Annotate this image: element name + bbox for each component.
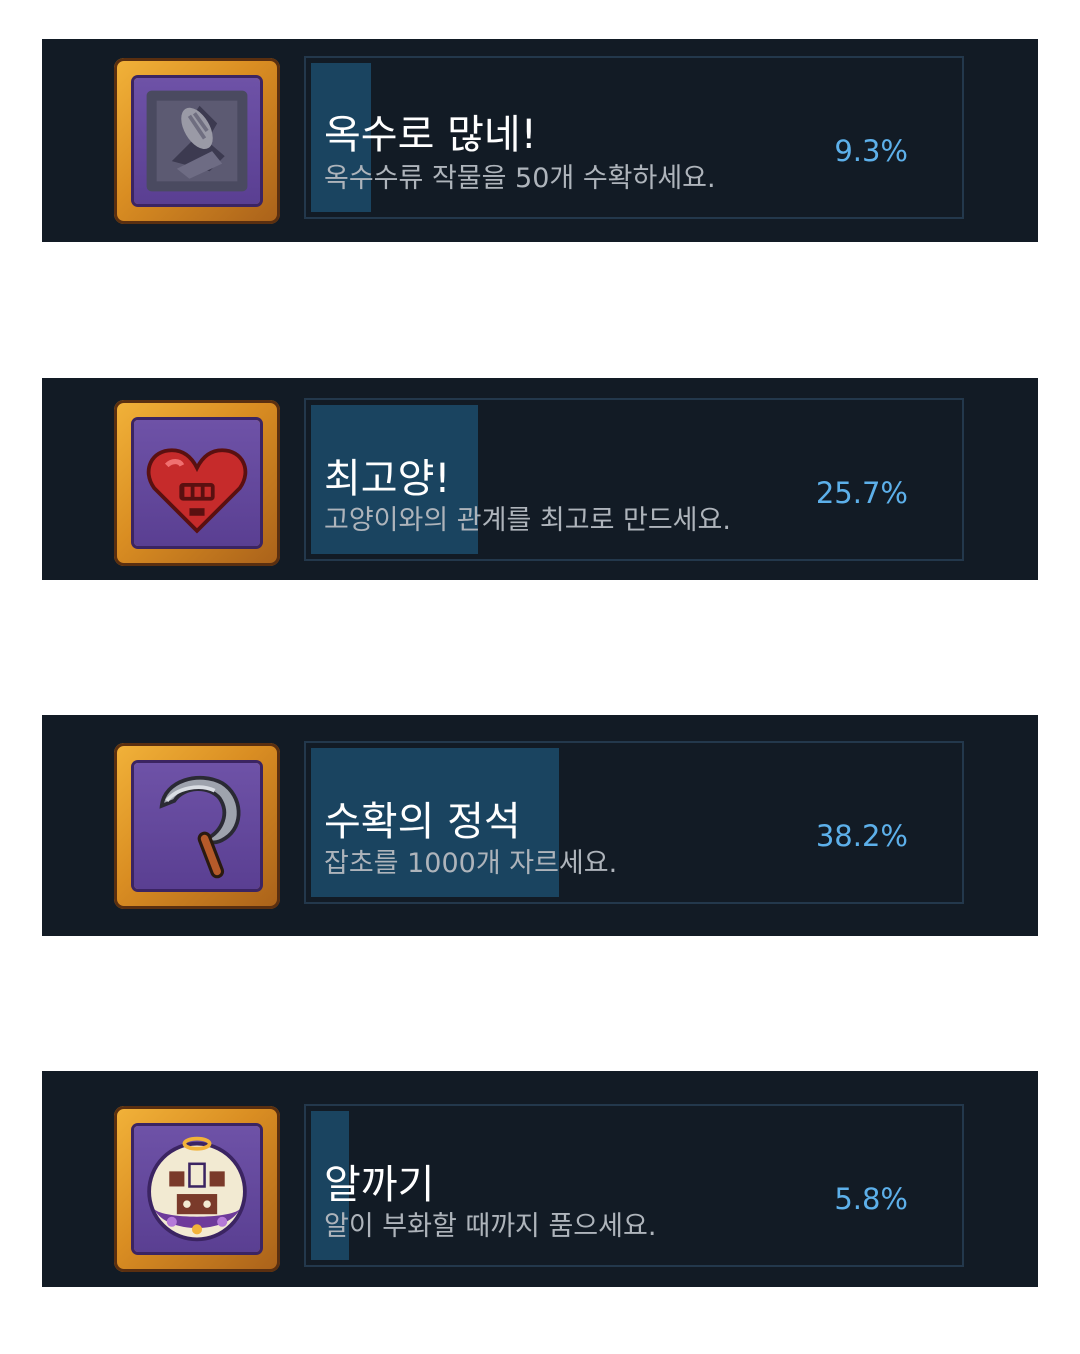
achievement-description: 고양이와의 관계를 최고로 만드세요. [324, 505, 731, 536]
achievement-description: 알이 부화할 때까지 품으세요. [324, 1211, 657, 1242]
achievement-title: 옥수로 많네! [324, 112, 537, 158]
achievement-card: 최고양! 고양이와의 관계를 최고로 만드세요. 25.7% [42, 378, 1038, 580]
achievement-info: 최고양! 고양이와의 관계를 최고로 만드세요. 25.7% [304, 398, 964, 561]
achievement-percent: 38.2% [815, 819, 908, 853]
achievement-description: 잡초를 1000개 자르세요. [324, 848, 618, 879]
achievement-info: 알까기 알이 부화할 때까지 품으세요. 5.8% [304, 1104, 964, 1267]
achievement-card: 알까기 알이 부화할 때까지 품으세요. 5.8% [42, 1071, 1038, 1287]
achievement-icon-frame [114, 400, 280, 566]
achievement-info: 옥수로 많네! 옥수수류 작물을 50개 수확하세요. 9.3% [304, 56, 964, 219]
achievement-percent: 5.8% [834, 1182, 908, 1216]
achievement-percent: 9.3% [834, 134, 908, 168]
achievement-icon-frame [114, 58, 280, 224]
achievement-title: 알까기 [324, 1162, 435, 1208]
achievement-info: 수확의 정석 잡초를 1000개 자르세요. 38.2% [304, 741, 964, 904]
achievement-icon-frame [114, 1106, 280, 1272]
achievement-percent: 25.7% [815, 476, 908, 510]
achievement-title: 수확의 정석 [324, 799, 521, 845]
sickle-icon [159, 775, 241, 879]
achievement-card: 수확의 정석 잡초를 1000개 자르세요. 38.2% [42, 715, 1038, 936]
achievement-icon-frame [114, 743, 280, 909]
corn-icon [146, 90, 248, 192]
achievement-title: 최고양! [324, 456, 451, 502]
egg-hatch-icon [147, 1136, 247, 1242]
achievement-description: 옥수수류 작물을 50개 수확하세요. [324, 163, 716, 194]
cat-heart-icon [146, 448, 248, 534]
achievement-card: 옥수로 많네! 옥수수류 작물을 50개 수확하세요. 9.3% [42, 39, 1038, 242]
